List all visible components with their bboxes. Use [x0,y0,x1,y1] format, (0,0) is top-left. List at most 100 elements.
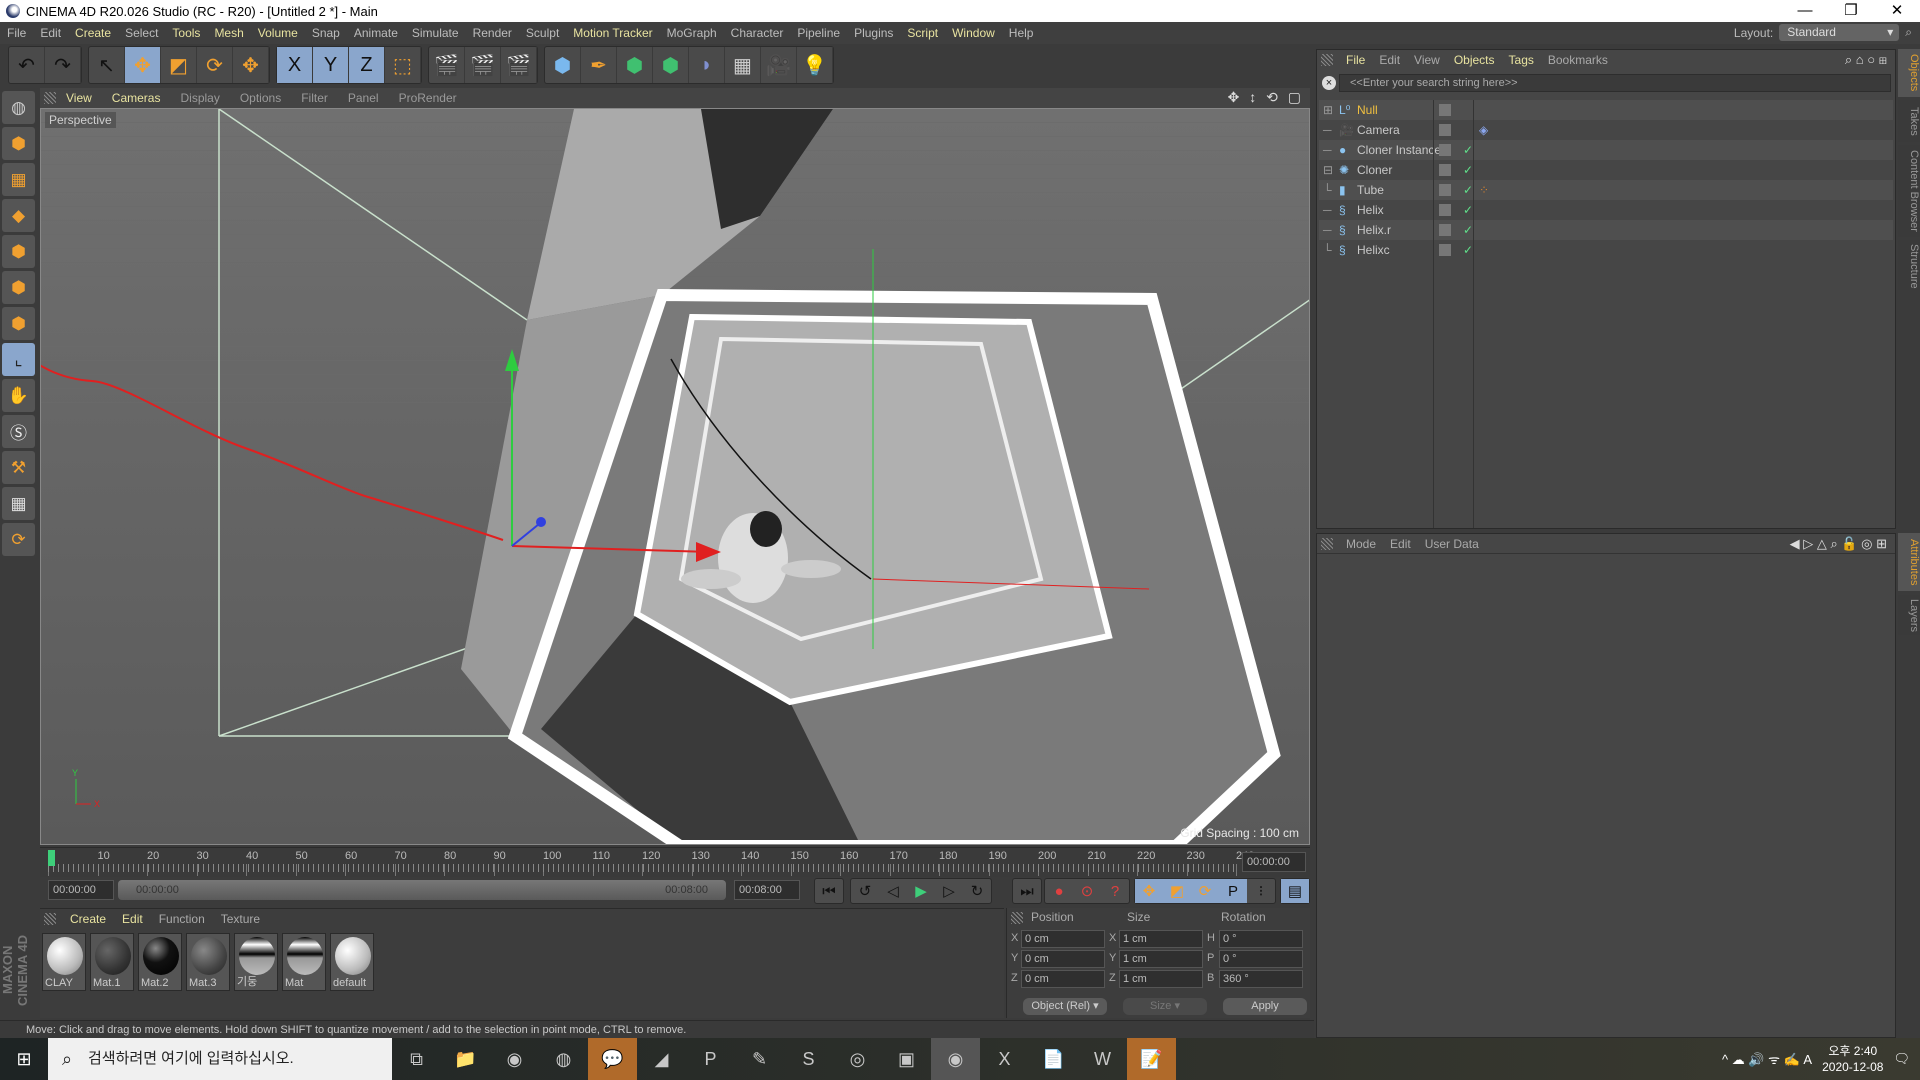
size-x-field[interactable]: 1 cm [1119,930,1203,948]
attribute-nav-icons[interactable]: ◀ ▷ △ ⌕ 🔓 ◎ ⊞ [1790,536,1887,552]
taskbar-app[interactable]: W [1078,1038,1127,1080]
enabled-checkmark-icon[interactable]: ✓ [1463,240,1473,260]
key-rotation-button[interactable]: ⟳ [1191,879,1219,903]
object-name[interactable]: Helix [1357,200,1384,220]
object-menu-file[interactable]: File [1339,53,1372,67]
object-search-input[interactable]: <<Enter your search string here>> [1339,74,1891,92]
z-axis-lock-button[interactable]: Z [349,47,385,83]
viewport-menu-panel[interactable]: Panel [338,91,389,105]
taskbar-app[interactable]: ✎ [735,1038,784,1080]
floor-button[interactable]: ▦ [725,47,761,83]
viewport-menu-options[interactable]: Options [230,91,291,105]
taskbar-app[interactable]: 💬 [588,1038,637,1080]
side-tab-layers[interactable]: Layers [1898,595,1920,635]
recent-tool-button[interactable]: ✥ [233,47,269,83]
go-to-start-button[interactable]: ⏮ [815,879,843,903]
tree-connector[interactable]: ⊟ [1323,160,1333,180]
solo-button[interactable]: ⟳ [2,523,35,556]
search-icon[interactable]: ⌕ [1905,25,1912,40]
start-button[interactable]: ⊞ [0,1038,48,1080]
apply-button[interactable]: Apply [1223,998,1307,1015]
pen-spline-button[interactable]: ✒ [581,47,617,83]
3d-viewport[interactable]: Y X Perspective Grid Spacing : 100 cm [40,108,1310,845]
menu-render[interactable]: Render [466,26,519,40]
viewport-menu-prorender[interactable]: ProRender [389,91,467,105]
material-menu-texture[interactable]: Texture [213,912,268,926]
start-time-field[interactable]: 00:00:00 [48,880,114,900]
object-menu-bookmarks[interactable]: Bookmarks [1541,53,1615,67]
tree-connector[interactable]: ─ [1323,120,1332,140]
taskbar-app[interactable]: S [784,1038,833,1080]
z-axis-knob-icon[interactable] [536,517,546,527]
position-z-field[interactable]: 0 cm [1021,970,1105,988]
taskbar-app[interactable]: 📁 [441,1038,490,1080]
workplane-mode-button[interactable]: ◆ [2,199,35,232]
y-axis-lock-button[interactable]: Y [313,47,349,83]
record-button[interactable]: ● [1045,879,1073,903]
workplane-lock-button[interactable]: ▦ [2,487,35,520]
rotation-h-field[interactable]: 0 ° [1219,930,1303,948]
clear-search-icon[interactable]: × [1322,76,1336,90]
material-swatch[interactable]: Mat.3 [186,933,230,991]
notification-icon[interactable]: 🗨 [1893,1051,1910,1067]
timeline-ruler[interactable]: 0102030405060708090100110120130140150160… [48,850,1254,876]
menu-help[interactable]: Help [1002,26,1041,40]
keyframe-selection-button[interactable]: ? [1101,879,1129,903]
texture-mode-button[interactable]: ▦ [2,163,35,196]
rotation-p-field[interactable]: 0 ° [1219,950,1303,968]
object-menu-view[interactable]: View [1407,53,1447,67]
attribute-menu-mode[interactable]: Mode [1339,537,1383,551]
menu-simulate[interactable]: Simulate [405,26,466,40]
object-name[interactable]: Cloner [1357,160,1392,180]
minimize-button[interactable]: — [1782,0,1828,22]
undo-button[interactable]: ↶ [9,47,45,83]
taskbar-app[interactable]: X [980,1038,1029,1080]
layer-visibility-icon[interactable] [1439,204,1451,216]
material-swatch[interactable]: Mat.1 [90,933,134,991]
layer-visibility-icon[interactable] [1439,124,1451,136]
tree-connector[interactable]: ─ [1323,220,1332,240]
object-tag-icon[interactable]: ⁘ [1479,180,1489,200]
object-row-helix-r[interactable]: ─ § Helix.r ✓ [1319,220,1893,240]
layer-visibility-icon[interactable] [1439,144,1451,156]
live-selection-button[interactable]: ↖ [89,47,125,83]
menu-pipeline[interactable]: Pipeline [790,26,847,40]
taskbar-app[interactable]: 📝 [1127,1038,1176,1080]
subdivision-surface-button[interactable]: ⬢ [617,47,653,83]
object-tag-icon[interactable]: ◈ [1479,120,1488,140]
render-view-button[interactable]: 🎬 [429,47,465,83]
material-menu-create[interactable]: Create [62,912,114,926]
render-picture-viewer-button[interactable]: 🎬 [465,47,501,83]
layer-visibility-icon[interactable] [1439,244,1451,256]
coordinate-mode-dropdown[interactable]: Object (Rel) ▾ [1023,998,1107,1015]
autokey-button[interactable]: ⊙ [1073,879,1101,903]
next-key-button[interactable]: ↻ [963,879,991,903]
key-position-button[interactable]: ✥ [1135,879,1163,903]
make-editable-button[interactable]: ◍ [2,91,35,124]
deformer-button[interactable]: ◗ [689,47,725,83]
key-scale-button[interactable]: ◩ [1163,879,1191,903]
material-swatch[interactable]: Mat [282,933,326,991]
key-pla-button[interactable]: ⁝ [1247,879,1275,903]
side-tab-takes[interactable]: Takes [1898,100,1920,142]
object-name[interactable]: Cloner Instance [1357,140,1441,160]
object-row-camera[interactable]: ─ 🎥 Camera ◈ [1319,120,1893,140]
enabled-checkmark-icon[interactable]: ✓ [1463,160,1473,180]
cloner-button[interactable]: ⬢ [653,47,689,83]
menu-motion-tracker[interactable]: Motion Tracker [566,26,659,40]
object-name[interactable]: Helix.r [1357,220,1391,240]
menu-animate[interactable]: Animate [347,26,405,40]
layout-dropdown[interactable]: Standard [1779,24,1900,41]
object-name[interactable]: Null [1357,100,1378,120]
material-swatch[interactable]: Mat.2 [138,933,182,991]
polygons-mode-button[interactable]: ⬢ [2,307,35,340]
taskbar-app[interactable]: ◎ [833,1038,882,1080]
size-mode-dropdown[interactable]: Size ▾ [1123,998,1207,1015]
layer-visibility-icon[interactable] [1439,224,1451,236]
move-tool-button[interactable]: ✥ [125,47,161,83]
go-to-end-button[interactable]: ⏭ [1013,879,1041,903]
taskbar-app[interactable]: ◉ [931,1038,980,1080]
taskbar-app[interactable]: ◢ [637,1038,686,1080]
viewport-menu-display[interactable]: Display [170,91,229,105]
cube-object-button[interactable]: ⬢ [545,47,581,83]
